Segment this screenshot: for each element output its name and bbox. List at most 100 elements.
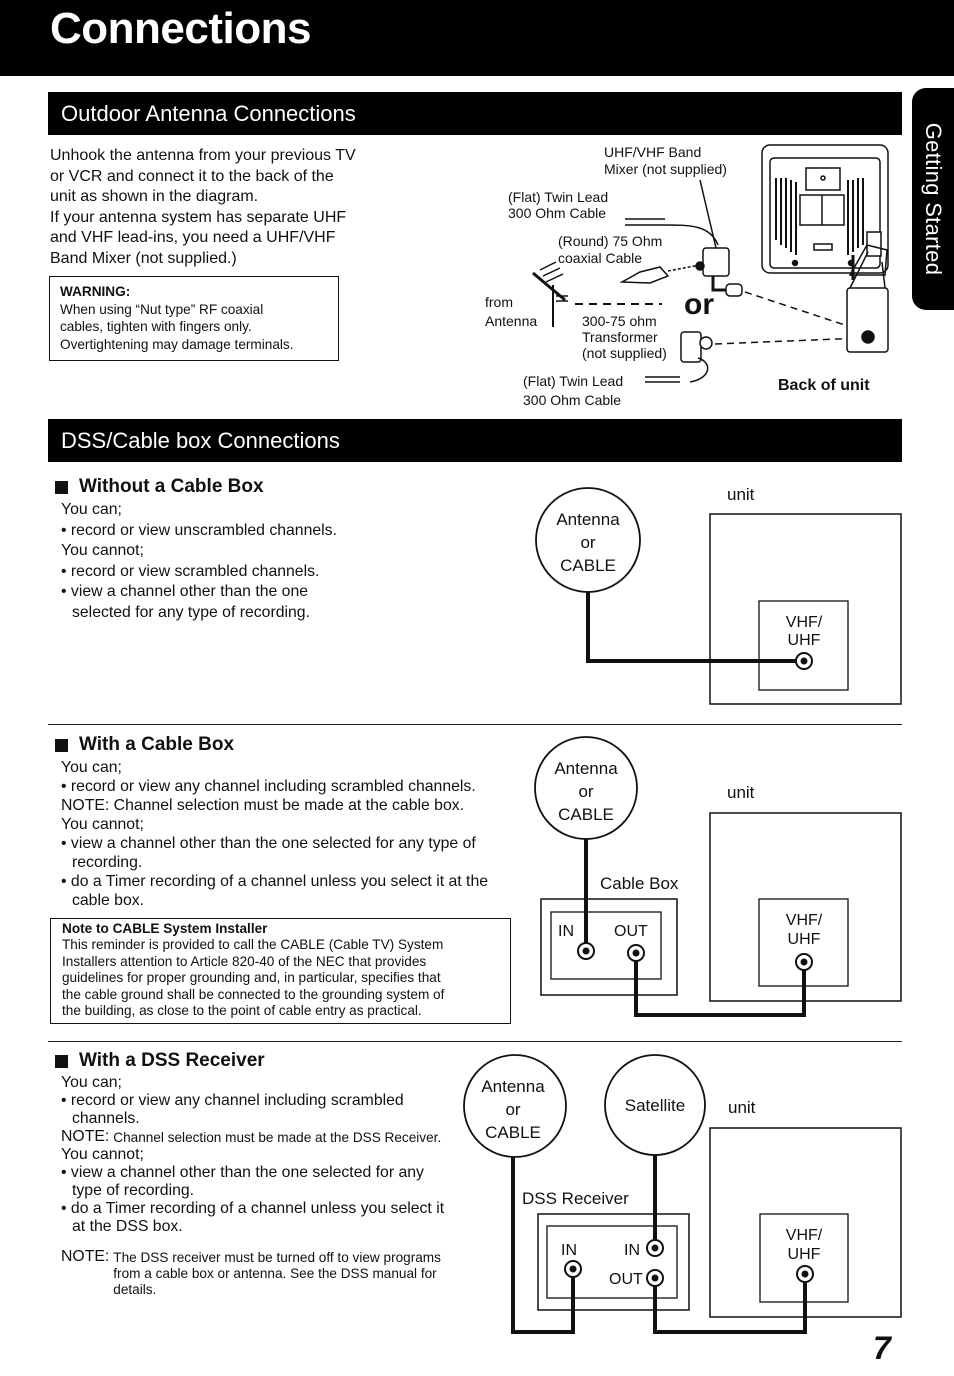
warning-title: WARNING: [60, 284, 131, 299]
coax-cable-icon [619, 264, 701, 284]
list-item: • do a Timer recording of a channel unle… [61, 873, 489, 909]
vhf-uhf-port-panel [758, 600, 849, 691]
without-cable-box-heading: Without a Cable Box [55, 476, 264, 498]
section-tab-label: Getting Started [921, 122, 946, 276]
coax-cable-line [586, 592, 804, 663]
note-row: NOTE: Channel selection must be made at … [61, 1128, 451, 1146]
list-item: • view a channel other than the one sele… [61, 583, 310, 621]
unit-label: unit [727, 783, 755, 802]
installer-note-line: the building, as close to the point of c… [62, 1003, 422, 1019]
subheading-text: Without a Cable Box [79, 476, 264, 497]
twin-lead-bottom-label: 300 Ohm Cable [523, 392, 621, 408]
list-item: • record or view any channel including s… [61, 1092, 404, 1127]
section-divider [48, 1041, 902, 1042]
page-number: 7 [873, 1330, 891, 1366]
dss-cable-heading: DSS/Cable box Connections [61, 428, 340, 453]
port-label: UHF [788, 632, 821, 649]
in-label: IN [558, 923, 574, 940]
installer-note-line: Installers attention to Article 820-40 o… [62, 953, 427, 969]
note-text: Channel selection must be made at the DS… [113, 1130, 442, 1145]
text-line: Unhook the antenna from your previous TV [50, 147, 356, 164]
twin-lead-top-label: 300 Ohm Cable [508, 205, 606, 221]
band-mixer-icon [695, 179, 743, 297]
unit-box [709, 812, 902, 1002]
list-item: • view a channel other than the one sele… [61, 835, 476, 871]
text-line: Band Mixer (not supplied.) [50, 249, 237, 267]
source-label: Antenna [556, 510, 620, 529]
antenna-icon [532, 261, 568, 327]
coax-cable-line [511, 1157, 575, 1334]
coax-cable-line [634, 953, 806, 1017]
satellite-circle [604, 1054, 706, 1156]
transformer-label: 300-75 ohm [582, 313, 657, 329]
cable-installer-note: Note to CABLE System Installer This remi… [50, 918, 511, 1024]
round-cable-label: coaxial Cable [558, 250, 642, 266]
port-label: UHF [788, 1246, 821, 1263]
twin-lead-cable-icon [625, 218, 719, 246]
unit-box [709, 513, 902, 705]
outdoor-instructions: Unhook the antenna from your previous TV… [50, 146, 356, 270]
warning-box: WARNING: When using “Nut type” RF coaxia… [49, 276, 339, 361]
installer-note-line: the cable ground shall be connected to t… [62, 986, 445, 1002]
transformer-label: (not supplied) [582, 345, 667, 361]
vhf-uhf-port-panel [758, 898, 849, 987]
from-antenna-label: Antenna [485, 313, 537, 329]
antenna-or-cable-circle [534, 736, 638, 840]
with-cable-box-list: You can; • record or view any channel in… [61, 758, 531, 910]
unit-label: unit [728, 1098, 756, 1117]
transformer-icon [645, 331, 713, 383]
warning-line: Overtightening may damage terminals. [60, 336, 294, 352]
source-label: or [505, 1100, 520, 1119]
outdoor-antenna-heading-bar: Outdoor Antenna Connections [48, 92, 902, 135]
page-header-banner: Connections [0, 0, 954, 76]
page-title: Connections [50, 4, 311, 53]
outdoor-antenna-heading: Outdoor Antenna Connections [61, 101, 356, 126]
antenna-or-cable-circle [535, 487, 641, 593]
text-line: If your antenna system has separate UHF [50, 208, 347, 226]
source-label: CABLE [560, 556, 616, 575]
note-text: The DSS receiver must be turned off to v… [113, 1250, 441, 1297]
warning-line: When using “Nut type” RF coaxial [60, 301, 264, 317]
or-label: or [684, 288, 714, 321]
note-row: NOTE: The DSS receiver must be turned of… [61, 1248, 451, 1298]
coax-jack-icon [564, 1260, 582, 1278]
section-tab-getting-started[interactable]: Getting Started [912, 88, 954, 310]
coax-jack-icon [627, 944, 645, 962]
cannot-label: You cannot; [61, 816, 144, 833]
installer-note-title: Note to CABLE System Installer [62, 921, 268, 936]
from-antenna-label: from [485, 294, 513, 310]
cable-box [540, 898, 678, 996]
mixer-label: UHF/VHF Band [604, 144, 701, 160]
list-item: • record or view any channel including s… [61, 778, 476, 795]
coax-cable-line [653, 1274, 807, 1334]
subheading-text: With a DSS Receiver [79, 1050, 265, 1071]
square-bullet-icon [55, 480, 68, 494]
dss-receiver-panel [546, 1225, 678, 1299]
installer-note-line: guidelines for proper grounding and, in … [62, 970, 441, 986]
in-label: IN [561, 1242, 577, 1259]
cannot-label: You cannot; [61, 542, 144, 560]
note-label: NOTE: [61, 1248, 110, 1265]
installer-note-line: This reminder is provided to call the CA… [62, 937, 444, 953]
can-label: You can; [61, 1074, 122, 1091]
out-label: OUT [609, 1271, 643, 1288]
twin-lead-top-label: (Flat) Twin Lead [508, 189, 608, 205]
coax-jack-icon [795, 652, 813, 670]
port-label: VHF/ [786, 614, 823, 631]
transformer-label: Transformer [582, 329, 658, 345]
coax-jack-icon [577, 942, 595, 960]
square-bullet-icon [55, 738, 68, 752]
source-label: or [578, 782, 593, 801]
note-text: NOTE: Channel selection must be made at … [61, 797, 465, 814]
vhf-uhf-port-panel [759, 1213, 849, 1303]
text-line: or VCR and connect it to the back of the [50, 167, 334, 185]
warning-line: cables, tighten with fingers only. [60, 319, 252, 334]
note-label: NOTE: [61, 1128, 110, 1145]
list-item: • record or view scrambled channels. [61, 562, 320, 580]
source-label: or [580, 533, 595, 552]
without-cable-box-list: You can; • record or view unscrambled ch… [61, 500, 361, 624]
source-label: CABLE [558, 805, 614, 824]
with-dss-receiver-list: You can; • record or view any channel in… [61, 1074, 451, 1298]
dss-cable-heading-bar: DSS/Cable box Connections [48, 419, 902, 462]
text-line: unit as shown in the diagram. [50, 188, 259, 206]
